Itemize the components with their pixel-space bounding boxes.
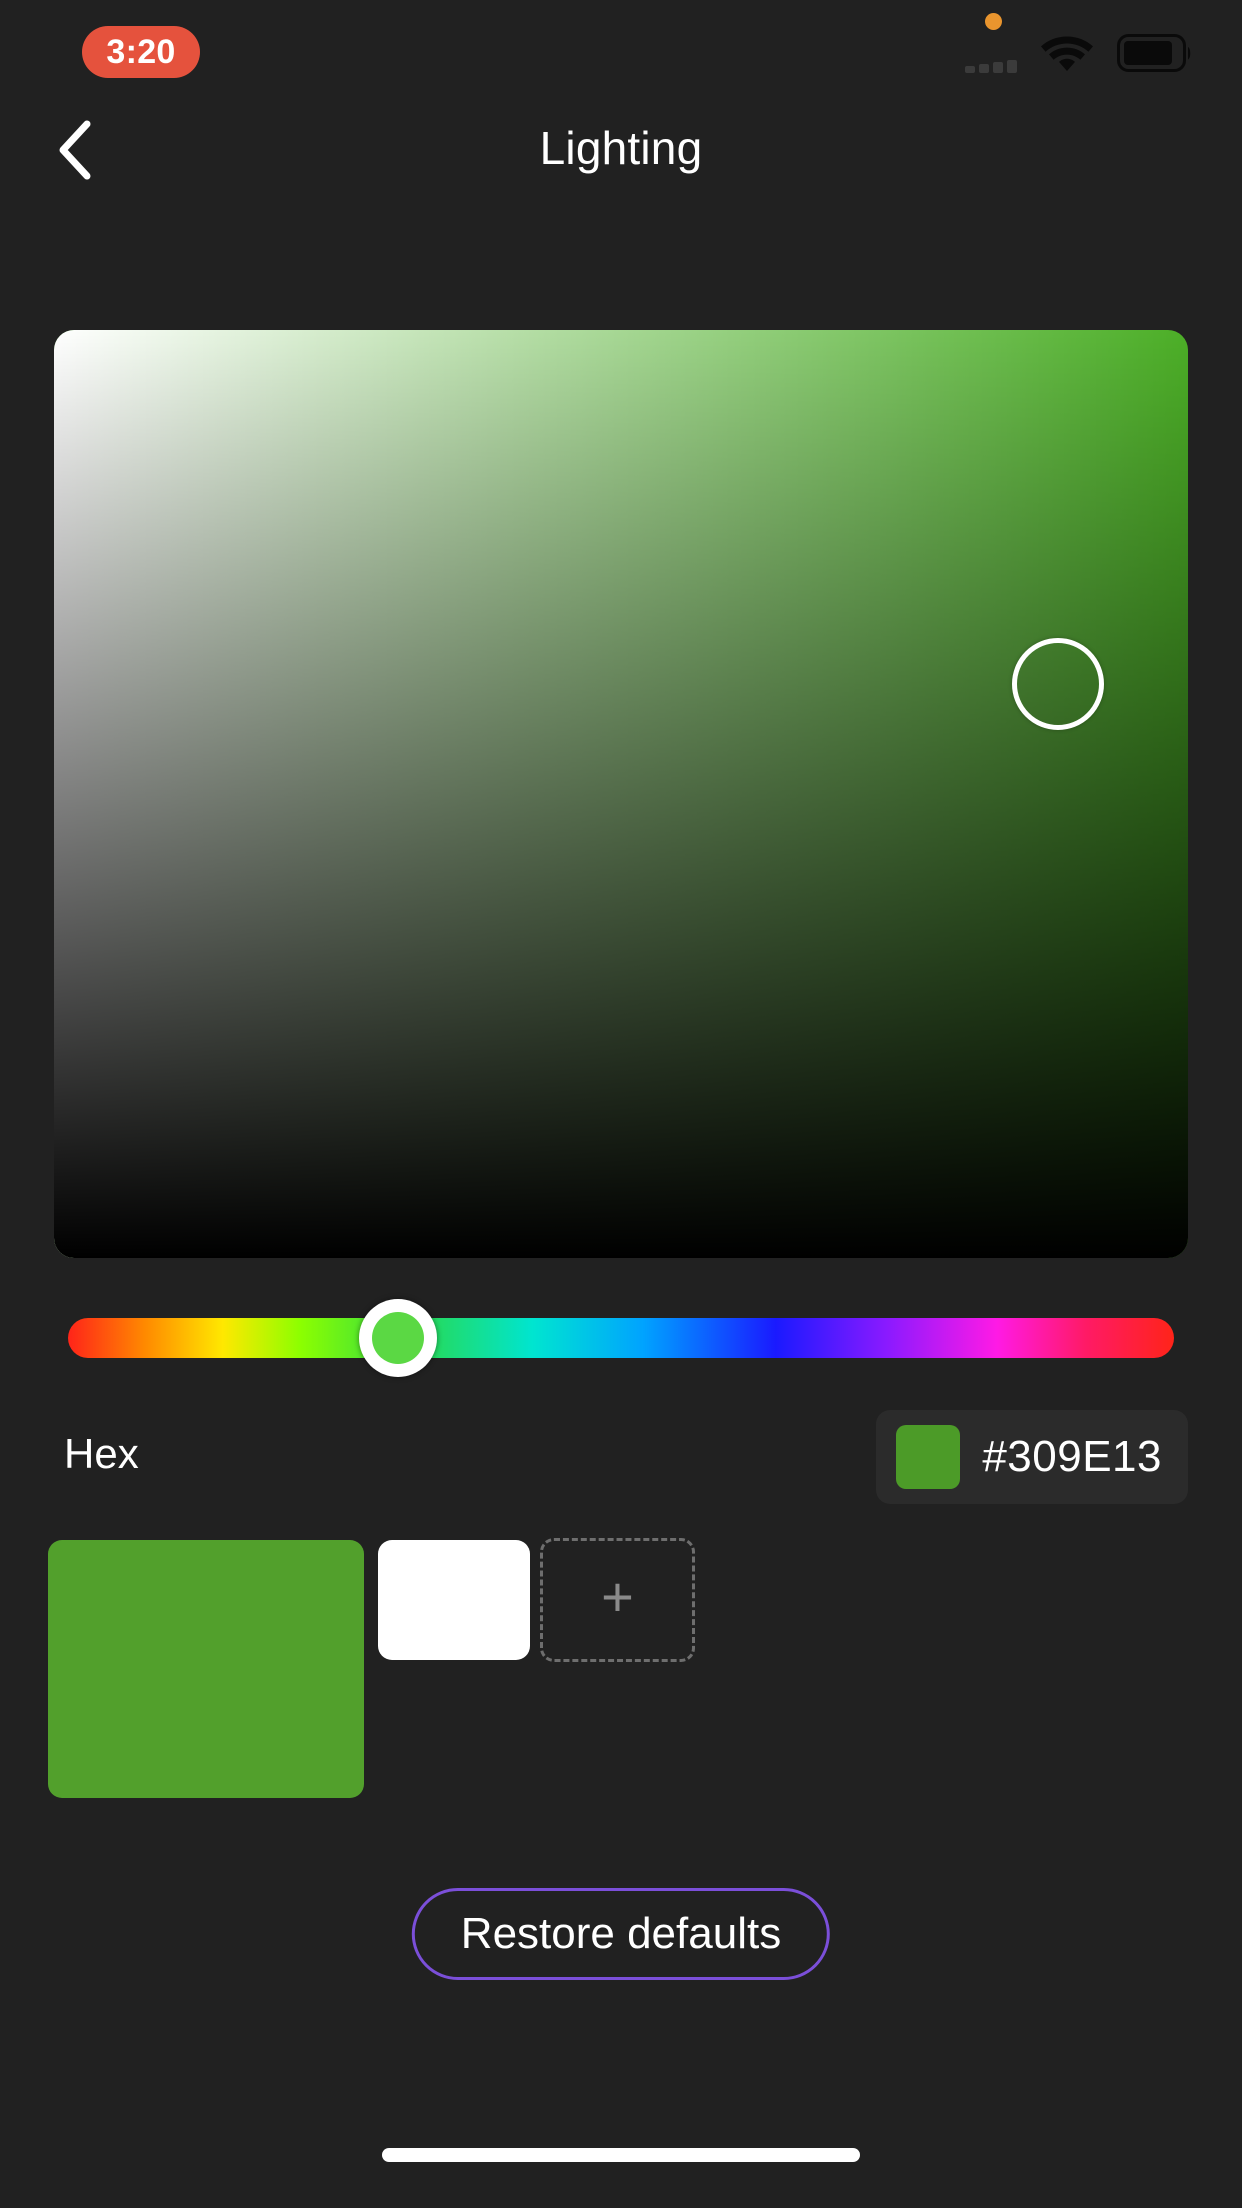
hex-row: Hex #309E13 [0, 1402, 1242, 1522]
add-swatch-button[interactable]: + [540, 1538, 695, 1662]
cellular-signal-icon [965, 60, 1017, 73]
back-button[interactable] [28, 110, 122, 194]
saturation-value-thumb[interactable] [1011, 638, 1104, 731]
restore-defaults-button[interactable]: Restore defaults [411, 1888, 831, 1980]
hex-color-swatch [896, 1425, 961, 1489]
swatch-white[interactable] [378, 1540, 530, 1660]
swatch-row: + [48, 1538, 1198, 1800]
hue-slider-thumb[interactable] [358, 1299, 437, 1377]
status-bar: 3:20 [0, 0, 1242, 92]
plus-icon: + [601, 1565, 634, 1628]
hue-slider-thumb-color [371, 1312, 424, 1364]
status-bar-time: 3:20 [82, 26, 200, 78]
chevron-left-icon [53, 119, 97, 186]
phone-screen: 3:20 Lighting Hex #309E13 + Restore defa… [0, 0, 1242, 2208]
hex-input-field[interactable]: #309E13 [876, 1410, 1188, 1504]
value-gradient-overlay [54, 330, 1188, 1258]
swatch-green-selected[interactable] [48, 1540, 364, 1798]
battery-icon [1117, 34, 1193, 77]
hex-label: Hex [64, 1430, 139, 1477]
page-title: Lighting [539, 122, 703, 174]
hue-slider[interactable] [68, 1299, 1174, 1377]
privacy-indicator-dot [985, 13, 1002, 30]
home-indicator[interactable] [382, 2148, 860, 2162]
hex-value-text[interactable]: #309E13 [982, 1432, 1162, 1482]
nav-bar: Lighting [0, 100, 1242, 196]
saturation-value-panel[interactable] [54, 330, 1188, 1258]
wifi-icon [1040, 33, 1094, 78]
